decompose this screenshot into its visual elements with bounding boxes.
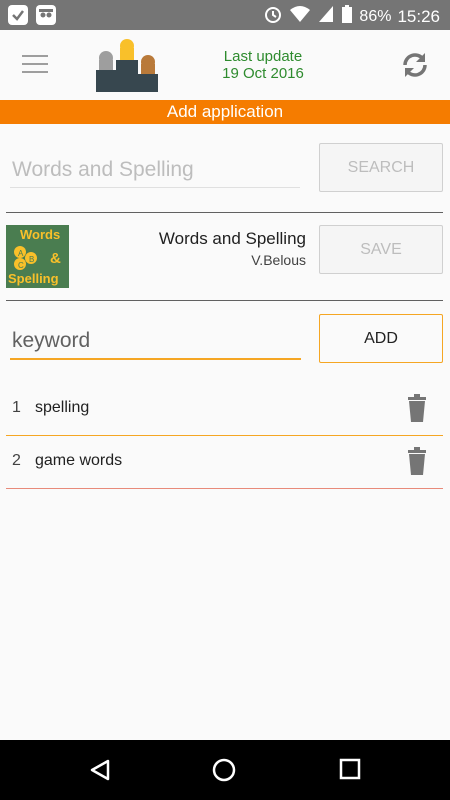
- back-icon[interactable]: [88, 758, 112, 787]
- menu-icon[interactable]: [22, 55, 48, 75]
- keyword-input[interactable]: keyword: [12, 329, 90, 353]
- search-button[interactable]: SEARCH: [319, 143, 443, 192]
- svg-text:Words: Words: [20, 227, 60, 242]
- refresh-icon[interactable]: [398, 48, 432, 87]
- search-input[interactable]: Words and Spelling: [12, 158, 194, 182]
- app-logo: [94, 36, 160, 99]
- svg-text:C: C: [18, 261, 24, 270]
- home-icon[interactable]: [212, 758, 236, 787]
- last-update-date: 19 Oct 2016: [222, 65, 304, 82]
- svg-text:Spelling: Spelling: [8, 271, 59, 286]
- list-item-number: 2: [12, 452, 21, 469]
- delete-icon[interactable]: [405, 393, 429, 428]
- list-item-number: 1: [12, 399, 21, 416]
- battery-icon: [341, 4, 353, 29]
- svg-text:&: &: [50, 250, 61, 267]
- divider: [6, 300, 443, 301]
- svg-text:B: B: [29, 255, 34, 264]
- wifi-icon: [289, 4, 311, 29]
- keyword-underline: [10, 358, 301, 360]
- add-application-banner: Add application: [0, 100, 450, 124]
- app-bar: Last update 19 Oct 2016: [0, 30, 450, 100]
- app-name: Words and Spelling: [158, 229, 306, 248]
- save-button[interactable]: SAVE: [319, 225, 443, 274]
- list-item-label: spelling: [35, 399, 90, 416]
- last-update: Last update 19 Oct 2016: [200, 48, 326, 82]
- clock: 15:26: [397, 6, 440, 26]
- list-item-underline: [6, 488, 443, 489]
- status-bar: 86% 15:26: [0, 0, 450, 30]
- svg-text:A: A: [18, 249, 24, 258]
- list-item: 2 game words: [6, 436, 443, 489]
- cell-signal-icon: [317, 4, 335, 29]
- app-icon: Words A B C & Spelling: [6, 225, 69, 288]
- app-author: V.Belous: [251, 252, 306, 268]
- checkbox-notification-icon: [8, 5, 28, 25]
- divider: [6, 212, 443, 213]
- search-underline: [10, 187, 300, 188]
- last-update-label: Last update: [223, 48, 303, 65]
- alarm-icon: [263, 4, 283, 29]
- game-controller-notification-icon: [36, 5, 56, 25]
- battery-percent: 86%: [359, 7, 392, 25]
- delete-icon[interactable]: [405, 446, 429, 481]
- list-item-label: game words: [35, 452, 123, 469]
- navigation-bar: [0, 740, 450, 800]
- list-item: 1 spelling: [6, 383, 443, 436]
- recents-icon[interactable]: [339, 758, 361, 785]
- add-button[interactable]: ADD: [319, 314, 443, 363]
